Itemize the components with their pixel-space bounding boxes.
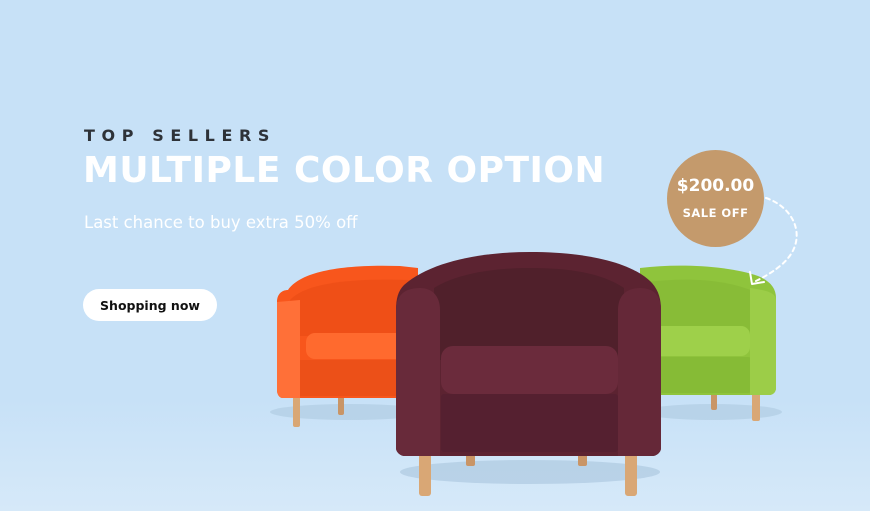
banner-subline: Last chance to buy extra 50% off bbox=[84, 213, 358, 232]
shopping-now-button[interactable]: Shopping now bbox=[83, 289, 217, 321]
maroon-chair-shadow bbox=[400, 460, 660, 484]
banner-headline: MULTIPLE COLOR OPTION bbox=[83, 150, 606, 191]
dashed-curved-arrow-icon bbox=[749, 197, 798, 285]
eyebrow-label: TOP SELLERS bbox=[84, 126, 277, 145]
hero-banner: TOP SELLERS MULTIPLE COLOR OPTION Last c… bbox=[0, 0, 870, 511]
maroon-armchair bbox=[396, 252, 661, 496]
